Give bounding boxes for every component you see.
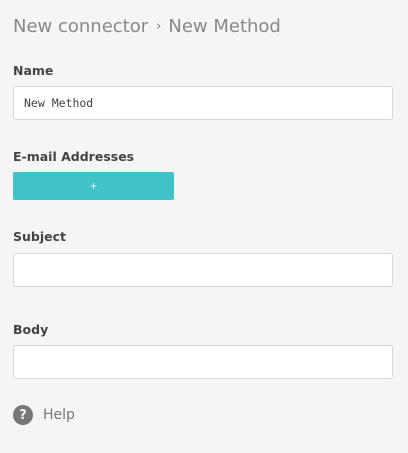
body-input[interactable] bbox=[13, 345, 393, 379]
add-email-button[interactable]: + bbox=[13, 172, 174, 200]
subject-input[interactable] bbox=[13, 253, 393, 287]
breadcrumb-parent[interactable]: New connector bbox=[13, 16, 148, 37]
name-input[interactable] bbox=[13, 86, 393, 120]
breadcrumb-separator-icon: › bbox=[156, 19, 162, 34]
plus-icon: + bbox=[89, 179, 97, 193]
name-label: Name bbox=[13, 63, 54, 78]
help-label: Help bbox=[43, 407, 75, 423]
help-icon: ? bbox=[13, 405, 33, 425]
breadcrumb: New connector › New Method bbox=[13, 16, 281, 37]
method-editor: New connector › New Method Name E-mail A… bbox=[0, 0, 408, 453]
help-link[interactable]: ? Help bbox=[13, 405, 75, 425]
body-label: Body bbox=[13, 322, 49, 337]
subject-label: Subject bbox=[13, 229, 66, 244]
breadcrumb-current: New Method bbox=[168, 16, 281, 37]
email-addresses-label: E-mail Addresses bbox=[13, 149, 135, 164]
